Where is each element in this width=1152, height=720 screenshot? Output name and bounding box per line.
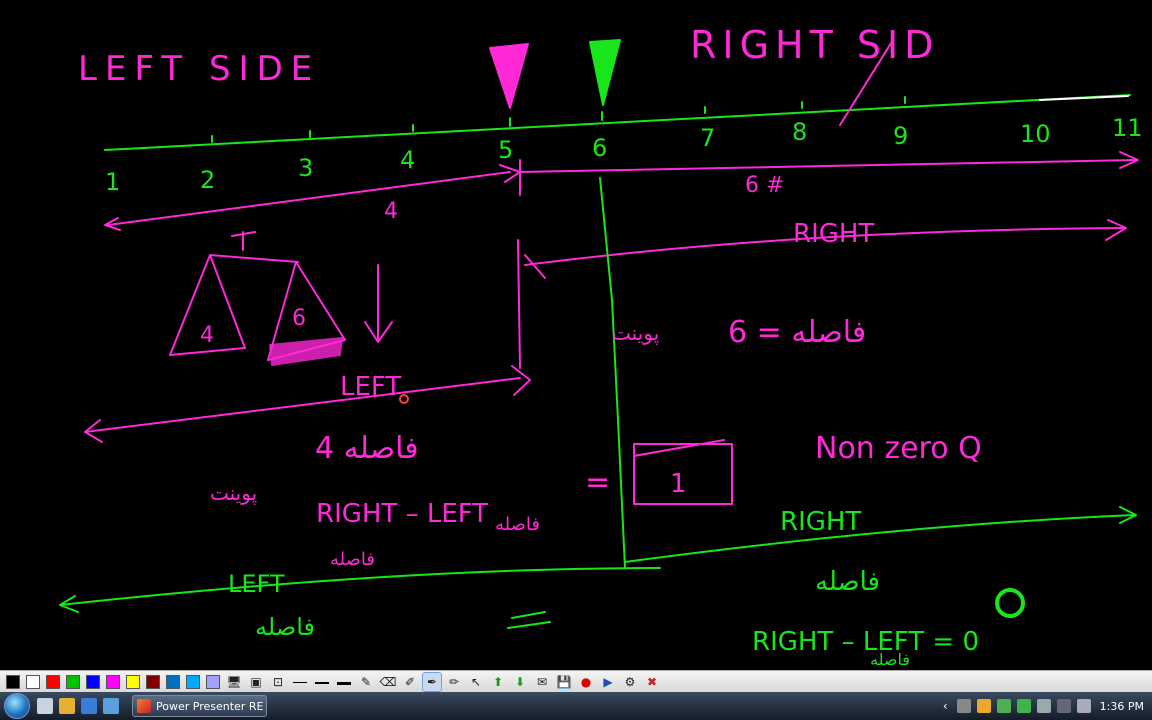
green-marker [589, 39, 621, 106]
color-swatch[interactable] [146, 674, 160, 689]
system-tray: ‹ 1:36 PM [937, 692, 1152, 720]
label-right-side: RIGHT SID [690, 23, 940, 67]
show-desktop-icon[interactable] [37, 698, 53, 714]
tray-app-icon[interactable] [956, 699, 971, 713]
axis-tick-label: 8 [792, 118, 807, 146]
taskbar: Power Presenter RE ‹ 1:36 PM [0, 692, 1152, 720]
taskbar-app-button[interactable]: Power Presenter RE [132, 695, 267, 717]
save-icon[interactable]: 💾 [555, 673, 573, 691]
power-presenter-icon [137, 699, 151, 713]
screen-icon[interactable]: 🖥 [225, 673, 243, 691]
label-left-side: LEFT SIDE [78, 49, 320, 89]
color-swatch[interactable] [66, 674, 80, 689]
play-icon[interactable]: ▶ [599, 673, 617, 691]
close-icon[interactable]: ✖ [643, 673, 661, 691]
browser-icon[interactable] [103, 698, 119, 714]
label-faseleh-b: فاصله [330, 549, 375, 570]
color-swatch[interactable] [46, 674, 60, 689]
pencil-icon[interactable]: ✎ [357, 673, 375, 691]
color-swatch[interactable] [86, 674, 100, 689]
label-pan-right: 6 [292, 306, 306, 331]
number-line [104, 94, 1131, 151]
color-swatch[interactable] [126, 674, 140, 689]
color-swatch[interactable] [166, 674, 180, 689]
battery-icon[interactable] [996, 699, 1011, 713]
ink-layer: LEFT SIDE RIGHT SID 4 6 # RIGHT LEFT 4 6… [59, 23, 1143, 669]
label-nonzero: Non zero Q [815, 431, 982, 466]
color-swatch[interactable] [6, 674, 20, 689]
marker-icon[interactable]: ✐ [401, 673, 419, 691]
color-swatch[interactable] [26, 674, 40, 689]
clock[interactable]: 1:36 PM [1100, 700, 1144, 713]
color-swatches [3, 674, 223, 689]
highlighter-icon[interactable]: ✏ [445, 673, 463, 691]
axis-tick-label: 10 [1020, 120, 1051, 148]
label-right-arrow: RIGHT [793, 219, 874, 249]
axis-tick-label: 2 [200, 166, 215, 194]
pen-toolbar: 🖥 ▣ ⊡ ✎ ⌫ ✐ ✒ ✏ ↖ ⬆ ⬇ ✉ 💾 ● ▶ ⚙ ✖ [0, 670, 1152, 692]
pink-marker [489, 43, 529, 109]
color-swatch[interactable] [106, 674, 120, 689]
start-button[interactable] [0, 692, 34, 720]
label-faseleh-a: فاصله [495, 514, 540, 535]
security-icon[interactable] [1016, 699, 1031, 713]
label-right-row: RIGHT [780, 507, 861, 537]
label-point-b: پوینت [210, 481, 257, 506]
label-right-minus-left: RIGHT – LEFT [316, 499, 488, 529]
color-swatch[interactable] [206, 674, 220, 689]
label-point: پوینت [612, 321, 659, 346]
arrow-up-icon[interactable]: ⬆ [489, 673, 507, 691]
axis-tick-label: 3 [298, 154, 313, 182]
axis-tick-label: 5 [498, 136, 513, 164]
axis-tick-label: 4 [400, 146, 415, 174]
axis-tick-label: 6 [592, 134, 607, 162]
axis-tick-labels: 1 2 3 4 5 6 7 8 9 10 11 [105, 114, 1143, 196]
folder-icon[interactable] [59, 698, 75, 714]
tray-notify-icon[interactable] [976, 699, 991, 713]
email-icon[interactable]: ✉ [533, 673, 551, 691]
color-swatch[interactable] [186, 674, 200, 689]
thin-line-icon[interactable] [291, 673, 309, 691]
monitor-icon[interactable]: ▣ [247, 673, 265, 691]
arrow-down-icon[interactable]: ⬇ [511, 673, 529, 691]
eraser-icon[interactable]: ⌫ [379, 673, 397, 691]
volume-icon[interactable] [1076, 699, 1091, 713]
axis-tick-label: 1 [105, 168, 120, 196]
whiteboard-canvas[interactable]: LEFT SIDE RIGHT SID 4 6 # RIGHT LEFT 4 6… [0, 0, 1152, 670]
label-count-right: 6 # [745, 173, 784, 198]
label-left-arrow: LEFT [340, 372, 401, 402]
label-pan-left: 4 [200, 323, 214, 348]
label-faseleh-d: فاصله [255, 613, 315, 641]
label-right-left-zero: RIGHT – LEFT = 0 [752, 627, 979, 657]
tray-expand-icon[interactable]: ‹ [943, 699, 948, 713]
network-icon[interactable] [1056, 699, 1071, 713]
label-faseleh-c: فاصله [815, 567, 880, 597]
pen-icon[interactable]: ✒ [422, 671, 442, 692]
tray-device-icon[interactable] [1036, 699, 1051, 713]
label-left-row: LEFT [228, 570, 285, 598]
window-switch-icon[interactable] [81, 698, 97, 714]
axis-tick-label: 11 [1112, 114, 1143, 142]
label-equals: = [585, 465, 610, 500]
record-icon[interactable]: ● [577, 673, 595, 691]
label-distance-six: 6 = فاصله [728, 315, 866, 350]
label-distance-four: 4 فاصله [315, 431, 419, 466]
monitor-stand-icon[interactable]: ⊡ [269, 673, 287, 691]
settings-icon[interactable]: ⚙ [621, 673, 639, 691]
thick-line-icon[interactable] [335, 673, 353, 691]
windows-logo-icon [4, 693, 30, 719]
taskbar-app-label: Power Presenter RE [156, 699, 264, 713]
label-count-left: 4 [384, 199, 398, 224]
axis-tick-label: 9 [893, 122, 908, 150]
label-box-value: 1 [670, 469, 687, 499]
pointer-icon[interactable]: ↖ [467, 673, 485, 691]
axis-tick-label: 7 [700, 124, 715, 152]
medium-line-icon[interactable] [313, 673, 331, 691]
label-faseleh-e: فاصله [870, 650, 910, 669]
green-divider [599, 177, 626, 569]
